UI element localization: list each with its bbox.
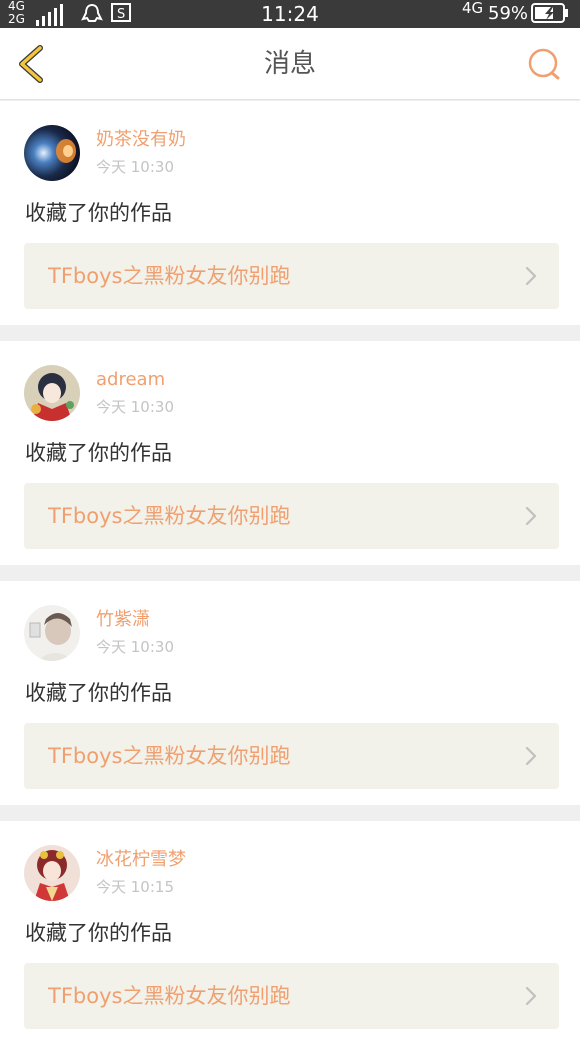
page-title: 消息: [263, 49, 316, 79]
message-card: 奶茶没有奶 今天 10:30 收藏了你的作品 TFboys之黑粉女友你别跑: [0, 101, 580, 325]
work-title: TFboys之黑粉女友你别跑: [48, 984, 291, 1008]
network-type-right: 4G: [462, 0, 484, 17]
work-title: TFboys之黑粉女友你别跑: [48, 264, 291, 288]
message-time: 今天 10:30: [96, 398, 174, 416]
message-card: 竹紫潇 今天 10:30 收藏了你的作品 TFboys之黑粉女友你别跑: [0, 581, 580, 805]
message-action: 收藏了你的作品: [25, 921, 172, 945]
chevron-right-icon: [525, 266, 537, 286]
message-time: 今天 10:30: [96, 158, 174, 176]
avatar[interactable]: [24, 845, 80, 901]
battery-percent: 59%: [488, 3, 529, 24]
work-link[interactable]: TFboys之黑粉女友你别跑: [24, 243, 559, 309]
chevron-right-icon: [525, 746, 537, 766]
work-link[interactable]: TFboys之黑粉女友你别跑: [24, 483, 559, 549]
message-action: 收藏了你的作品: [25, 201, 172, 225]
work-link[interactable]: TFboys之黑粉女友你别跑: [24, 963, 559, 1029]
search-icon[interactable]: [526, 46, 562, 82]
work-title: TFboys之黑粉女友你别跑: [48, 744, 291, 768]
work-link[interactable]: TFboys之黑粉女友你别跑: [24, 723, 559, 789]
work-title: TFboys之黑粉女友你别跑: [48, 504, 291, 528]
message-card: 冰花柠雪梦 今天 10:15 收藏了你的作品 TFboys之黑粉女友你别跑: [0, 821, 580, 1045]
status-bar: 4G 2G S 11:24 4G 59%: [0, 0, 580, 28]
username[interactable]: 奶茶没有奶: [96, 129, 186, 151]
username[interactable]: adream: [96, 369, 165, 391]
chevron-right-icon: [525, 986, 537, 1006]
nav-header: 消息: [0, 28, 580, 100]
message-action: 收藏了你的作品: [25, 441, 172, 465]
message-card: adream 今天 10:30 收藏了你的作品 TFboys之黑粉女友你别跑: [0, 341, 580, 565]
avatar[interactable]: [24, 605, 80, 661]
battery-icon: [531, 3, 568, 23]
message-time: 今天 10:15: [96, 878, 174, 896]
message-action: 收藏了你的作品: [25, 681, 172, 705]
avatar[interactable]: [24, 125, 80, 181]
chevron-right-icon: [525, 506, 537, 526]
avatar[interactable]: [24, 365, 80, 421]
username[interactable]: 冰花柠雪梦: [96, 849, 186, 871]
message-time: 今天 10:30: [96, 638, 174, 656]
username[interactable]: 竹紫潇: [96, 609, 150, 631]
